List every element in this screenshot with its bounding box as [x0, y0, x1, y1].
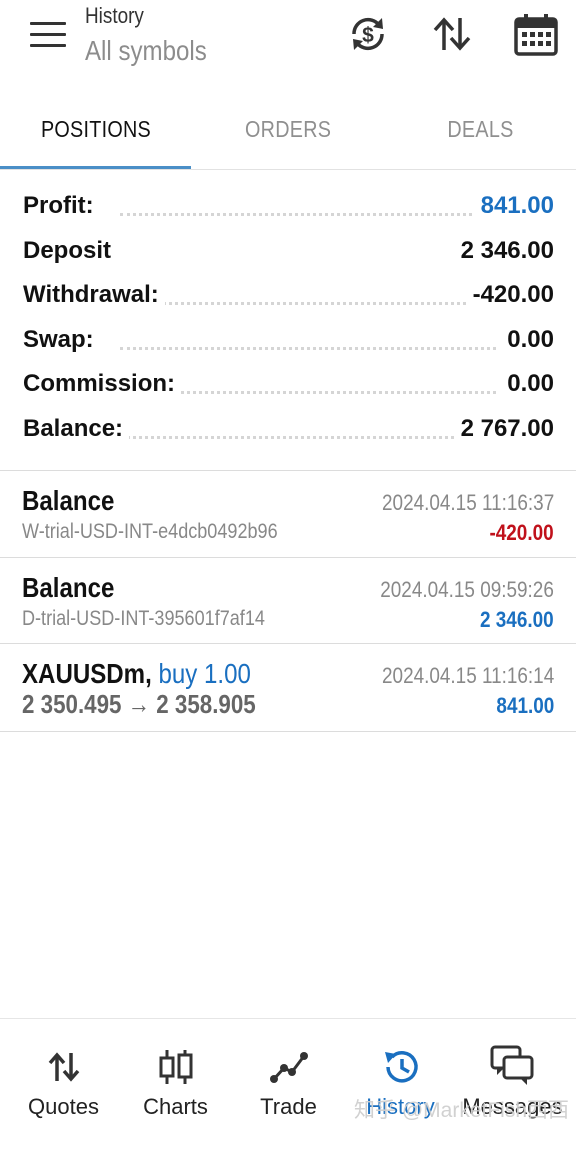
- summary-value: 0.00: [501, 370, 554, 399]
- nav-charts[interactable]: Charts: [118, 1019, 233, 1150]
- deal-amount: 841.00: [496, 693, 554, 718]
- menu-icon[interactable]: [30, 22, 66, 48]
- tab-deals[interactable]: DEALS: [384, 96, 576, 166]
- quotes-icon: [48, 1052, 79, 1082]
- tab-positions[interactable]: POSITIONS: [0, 96, 192, 166]
- deal-time: 2024.04.15 09:59:26: [380, 577, 554, 602]
- app-header: History All symbols $: [0, 0, 576, 86]
- nav-messages[interactable]: Messages: [455, 1019, 570, 1150]
- summary-row-swap: Swap: 0.00: [0, 320, 576, 365]
- summary-label: Profit:: [23, 192, 100, 220]
- position-side: buy 1.00: [158, 658, 251, 689]
- dotted-leader: [120, 213, 496, 216]
- deal-time: 2024.04.15 11:16:14: [381, 663, 554, 688]
- summary-value: 2 767.00: [454, 414, 554, 443]
- divider: [0, 731, 576, 732]
- history-tabs: POSITIONS ORDERS DEALS: [0, 96, 576, 170]
- charts-icon: [159, 1050, 192, 1084]
- deal-amount: -420.00: [489, 520, 554, 545]
- nav-trade[interactable]: Trade: [231, 1019, 346, 1150]
- messages-icon: [490, 1045, 533, 1085]
- summary-row-deposit: Deposit 2 346.00: [0, 231, 576, 276]
- list-item[interactable]: Balance D-trial-USD-INT-395601f7af14 202…: [0, 558, 576, 644]
- dotted-leader: [120, 346, 496, 350]
- deal-comment: D-trial-USD-INT-395601f7af14: [22, 607, 265, 630]
- summary-value: 2 346.00: [454, 236, 554, 265]
- trade-icon: [269, 1052, 308, 1083]
- nav-quotes[interactable]: Quotes: [6, 1019, 121, 1150]
- summary-value: 0.00: [501, 325, 554, 354]
- tabs-divider: [0, 169, 576, 170]
- summary-row-commission: Commission: 0.00: [0, 364, 576, 409]
- currency-exchange-icon[interactable]: $: [346, 12, 390, 56]
- summary-value: 841.00: [474, 192, 554, 220]
- symbol-filter[interactable]: All symbols: [85, 35, 227, 67]
- dotted-leader: [120, 435, 496, 439]
- nav-history[interactable]: History: [343, 1019, 458, 1150]
- calendar-icon[interactable]: [513, 12, 559, 58]
- summary-row-balance: Balance: 2 767.00: [0, 409, 576, 454]
- position-title: XAUUSDm, buy 1.00: [22, 658, 288, 690]
- bottom-navigation: Quotes Charts Trade History Messages: [0, 1018, 576, 1150]
- watermark: 知乎 @MarketFish西西: [354, 1099, 570, 1122]
- summary-label: Balance:: [23, 414, 130, 443]
- summary-label: Deposit: [23, 236, 118, 265]
- tab-orders[interactable]: ORDERS: [192, 96, 384, 166]
- summary-row-profit: Profit: 841.00: [0, 186, 576, 231]
- deal-comment: W-trial-USD-INT-e4dcb0492b96: [22, 520, 278, 543]
- summary-label: Withdrawal:: [23, 281, 165, 310]
- sort-icon[interactable]: [430, 12, 474, 56]
- nav-label: Quotes: [28, 1094, 99, 1119]
- screen-title: History: [85, 3, 144, 28]
- nav-label: Trade: [260, 1094, 317, 1119]
- summary-label: Commission:: [23, 370, 182, 399]
- nav-label: Charts: [143, 1094, 208, 1119]
- summary-value: -420.00: [466, 281, 554, 310]
- deal-time: 2024.04.15 11:16:37: [381, 490, 554, 515]
- history-icon: [384, 1051, 418, 1083]
- deal-title: Balance: [22, 572, 115, 603]
- deal-title: Balance: [22, 485, 115, 516]
- summary-label: Swap:: [23, 325, 100, 354]
- list-item[interactable]: Balance W-trial-USD-INT-e4dcb0492b96 202…: [0, 471, 576, 557]
- dotted-leader: [120, 302, 496, 306]
- svg-text:$: $: [362, 24, 374, 47]
- position-prices: 2 350.495 → 2 358.905: [22, 689, 256, 719]
- list-item[interactable]: XAUUSDm, buy 1.00 2 350.495 → 2 358.905 …: [0, 644, 576, 730]
- summary-panel: Profit: 841.00 Deposit 2 346.00 Withdraw…: [0, 186, 576, 454]
- summary-row-withdrawal: Withdrawal: -420.00: [0, 275, 576, 320]
- position-symbol: XAUUSDm,: [22, 658, 152, 689]
- deal-amount: 2 346.00: [480, 607, 554, 632]
